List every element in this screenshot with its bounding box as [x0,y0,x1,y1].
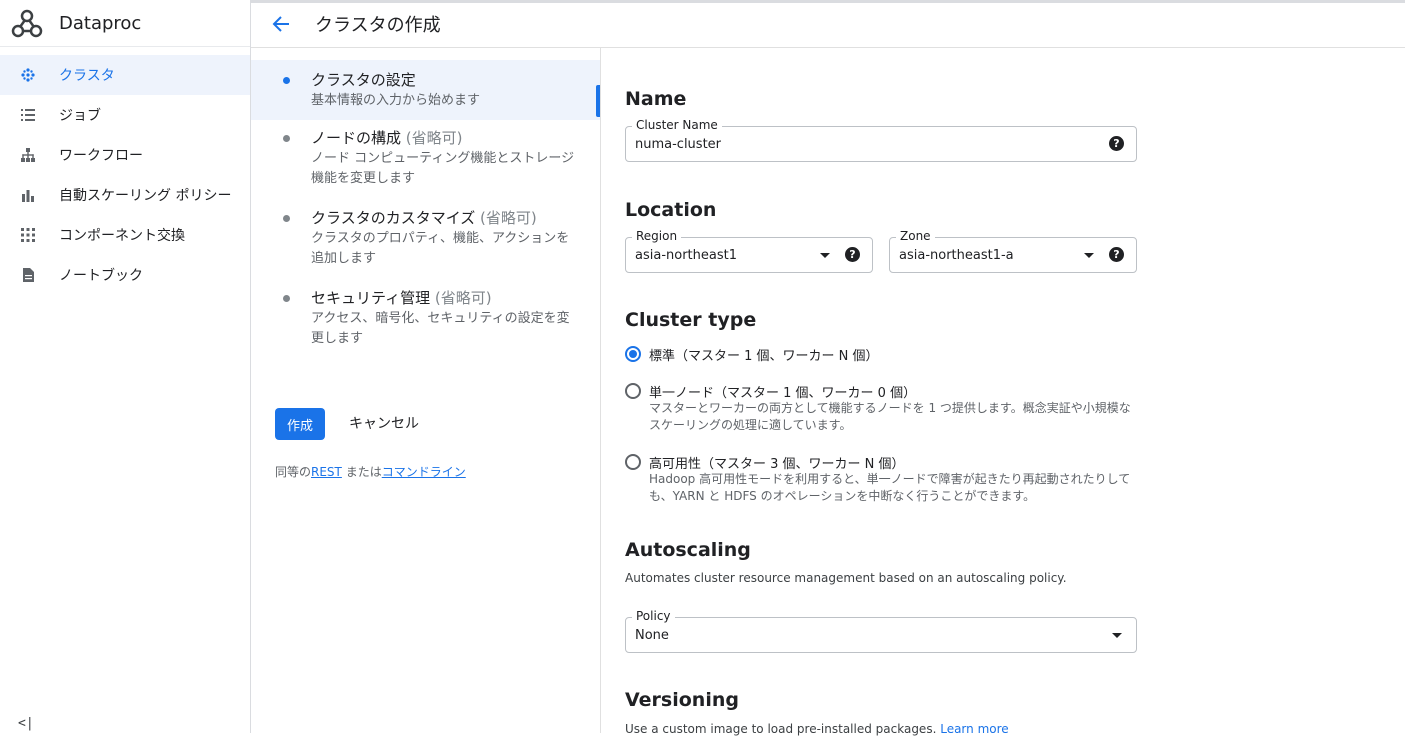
step-optional: (省略可) [480,209,537,227]
step-title: クラスタの設定 [311,71,416,89]
option-label: 標準（マスター 1 個、ワーカー N 個） [649,349,879,364]
learn-more-link[interactable]: Learn more [940,722,1008,736]
sidebar-item-label: ワークフロー [59,148,143,164]
sidebar-item-jobs[interactable]: ジョブ [0,95,250,135]
section-title-location: Location [625,199,717,221]
rest-link[interactable]: REST [311,465,342,479]
section-title-cluster-type: Cluster type [625,309,757,331]
create-button[interactable]: 作成 [275,408,325,440]
back-arrow-icon[interactable] [269,12,293,36]
grid-icon [18,225,38,245]
collapse-sidebar-icon[interactable]: <| [18,716,34,731]
versioning-desc-text: Use a custom image to load pre-installed… [625,722,937,736]
active-step-indicator [596,85,600,117]
equivalent-links: 同等のREST またはコマンドライン [275,463,466,480]
step-optional: (省略可) [405,129,463,147]
sidebar-item-label: クラスタ [59,68,115,84]
sidebar-item-clusters[interactable]: クラスタ [0,55,250,95]
policy-select[interactable]: Policy None [625,609,1137,653]
field-label: Policy [632,609,675,623]
sidebar: Dataproc クラスタ ジョブ ワークフロー 自動スケーリング ポリシー コ… [0,0,251,733]
radio-standard[interactable] [625,346,641,362]
step-security[interactable]: セキュリティ管理 (省略可) アクセス、暗号化、セキュリティの設定を変更します [251,288,600,349]
page-title: クラスタの作成 [315,14,441,36]
field-label: Cluster Name [632,118,722,132]
step-desc: クラスタのプロパティ、機能、アクションを追加します [311,231,570,266]
equivalent-prefix: 同等の [275,465,312,479]
sidebar-item-workflows[interactable]: ワークフロー [0,135,250,175]
app-name: Dataproc [59,12,142,34]
page-header: クラスタの作成 [251,0,1405,48]
dataproc-logo-icon[interactable] [10,6,44,40]
cluster-form: Name Cluster Name numa-cluster ? Locatio… [625,48,1385,736]
clusters-icon [18,65,38,85]
policy-value: None [635,628,669,643]
versioning-desc: Use a custom image to load pre-installed… [625,722,1009,736]
step-title: ノードの構成 [311,129,402,147]
sidebar-item-label: ジョブ [59,108,101,124]
step-cluster-setup[interactable]: クラスタの設定 基本情報の入力から始めます [251,60,600,120]
help-icon[interactable]: ? [1109,247,1124,262]
option-desc: Hadoop 高可用性モードを利用すると、単一ノードで障害が起きたり再起動された… [649,472,1131,503]
sidebar-nav: クラスタ ジョブ ワークフロー 自動スケーリング ポリシー コンポーネント交換 … [0,55,250,295]
autoscaling-desc: Automates cluster resource management ba… [625,571,1067,585]
brand: Dataproc [0,0,250,47]
step-bullet [283,135,290,142]
sidebar-item-label: コンポーネント交換 [59,228,185,244]
step-title: セキュリティ管理 [311,289,431,307]
cluster-name-value[interactable]: numa-cluster [635,137,721,152]
radio-high-availability[interactable] [625,454,641,470]
section-title-versioning: Versioning [625,689,739,711]
command-line-link[interactable]: コマンドライン [382,465,466,479]
option-desc: マスターとワーカーの両方として機能するノードを 1 つ提供します。概念実証や小規… [649,401,1131,432]
cluster-name-field[interactable]: Cluster Name numa-cluster ? [625,118,1137,162]
zone-select[interactable]: Zone asia-northeast1-a ? [889,229,1137,273]
section-title-name: Name [625,88,687,110]
step-desc: アクセス、暗号化、セキュリティの設定を変更します [311,311,570,346]
step-bullet [283,215,290,222]
zone-value: asia-northeast1-a [899,248,1014,263]
step-title: クラスタのカスタマイズ [311,209,476,227]
region-select[interactable]: Region asia-northeast1 ? [625,229,873,273]
sidebar-item-autoscaling-policies[interactable]: 自動スケーリング ポリシー [0,175,250,215]
step-customize-cluster[interactable]: クラスタのカスタマイズ (省略可) クラスタのプロパティ、機能、アクションを追加… [251,208,600,269]
sidebar-item-label: ノートブック [59,268,143,284]
list-icon [18,105,38,125]
sidebar-item-notebooks[interactable]: ノートブック [0,255,250,295]
help-icon[interactable]: ? [1109,136,1124,151]
cancel-button[interactable]: キャンセル [339,408,429,440]
bar-chart-icon [18,185,38,205]
workflow-icon [18,145,38,165]
step-desc: 基本情報の入力から始めます [311,93,481,108]
field-label: Zone [896,229,935,243]
step-desc: ノード コンピューティング機能とストレージ機能を変更します [311,151,575,186]
sidebar-item-label: 自動スケーリング ポリシー [59,188,232,204]
document-icon [18,265,38,285]
step-optional: (省略可) [434,289,492,307]
step-node-config[interactable]: ノードの構成 (省略可) ノード コンピューティング機能とストレージ機能を変更し… [251,128,600,189]
help-icon[interactable]: ? [845,247,860,262]
region-value: asia-northeast1 [635,248,737,263]
section-title-autoscaling: Autoscaling [625,539,751,561]
option-label: 高可用性（マスター 3 個、ワーカー N 個） [649,457,905,472]
dropdown-arrow-icon[interactable] [1112,633,1122,638]
step-bullet [283,77,290,84]
sidebar-item-component-exchange[interactable]: コンポーネント交換 [0,215,250,255]
step-bullet [283,295,290,302]
equivalent-middle: または [345,465,382,479]
create-steps-panel: クラスタの設定 基本情報の入力から始めます ノードの構成 (省略可) ノード コ… [251,48,601,733]
field-label: Region [632,229,682,243]
radio-single-node[interactable] [625,383,641,399]
dropdown-arrow-icon[interactable] [820,253,830,258]
option-label: 単一ノード（マスター 1 個、ワーカー 0 個） [649,386,917,401]
dropdown-arrow-icon[interactable] [1084,253,1094,258]
